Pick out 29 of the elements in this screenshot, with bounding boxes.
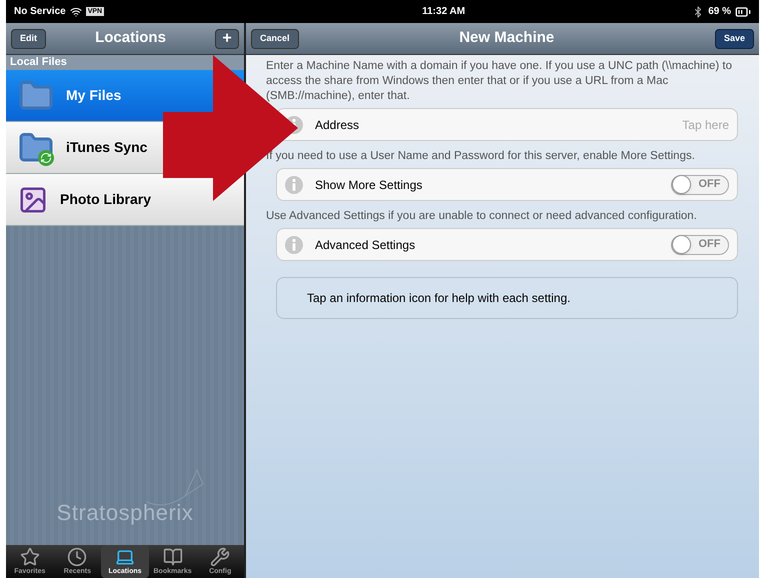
clock-icon (67, 546, 88, 566)
toggle-state-label: OFF (698, 237, 722, 252)
setting-label: Advanced Settings (315, 236, 416, 254)
add-button[interactable]: + (215, 28, 239, 48)
logo-text: Stratospherix (56, 499, 194, 527)
location-label: My Files (66, 86, 122, 105)
address-field[interactable]: Tap here (609, 116, 729, 134)
cancel-button[interactable]: Cancel (251, 28, 299, 48)
help-text: Use Advanced Settings if you are unable to connect or need advanced configuration. (266, 209, 698, 224)
carrier-text: No Service (14, 5, 66, 19)
location-label: Photo Library (60, 190, 151, 209)
info-note: Tap an information icon for help with each setting. (276, 277, 738, 319)
clock-text: 11:32 AM (422, 5, 466, 19)
toggle-state-label: OFF (698, 177, 722, 192)
wifi-icon (70, 6, 82, 18)
location-label: iTunes Sync (66, 138, 148, 157)
help-text: Enter a Machine Name with a domain if you have one. If you use a UNC path (\\machine) to access the share from Windows then enter that or if you use a URL from a Mac (SMB://machine), enter that. (266, 59, 733, 104)
save-button[interactable]: Save (714, 28, 754, 48)
book-icon (162, 546, 183, 566)
battery-text: 69 % (708, 5, 731, 19)
wrench-icon (210, 546, 230, 566)
navigation-title: Locations (95, 28, 166, 48)
section-header: Local Files (6, 55, 244, 70)
star-icon (20, 546, 40, 566)
settings-row[interactable]: Address Tap here (276, 108, 738, 141)
setting-label: Show More Settings (315, 176, 424, 194)
setting-label: Address (315, 116, 360, 134)
navigation-title: New Machine (459, 28, 554, 48)
edit-button[interactable]: Edit (11, 28, 46, 48)
